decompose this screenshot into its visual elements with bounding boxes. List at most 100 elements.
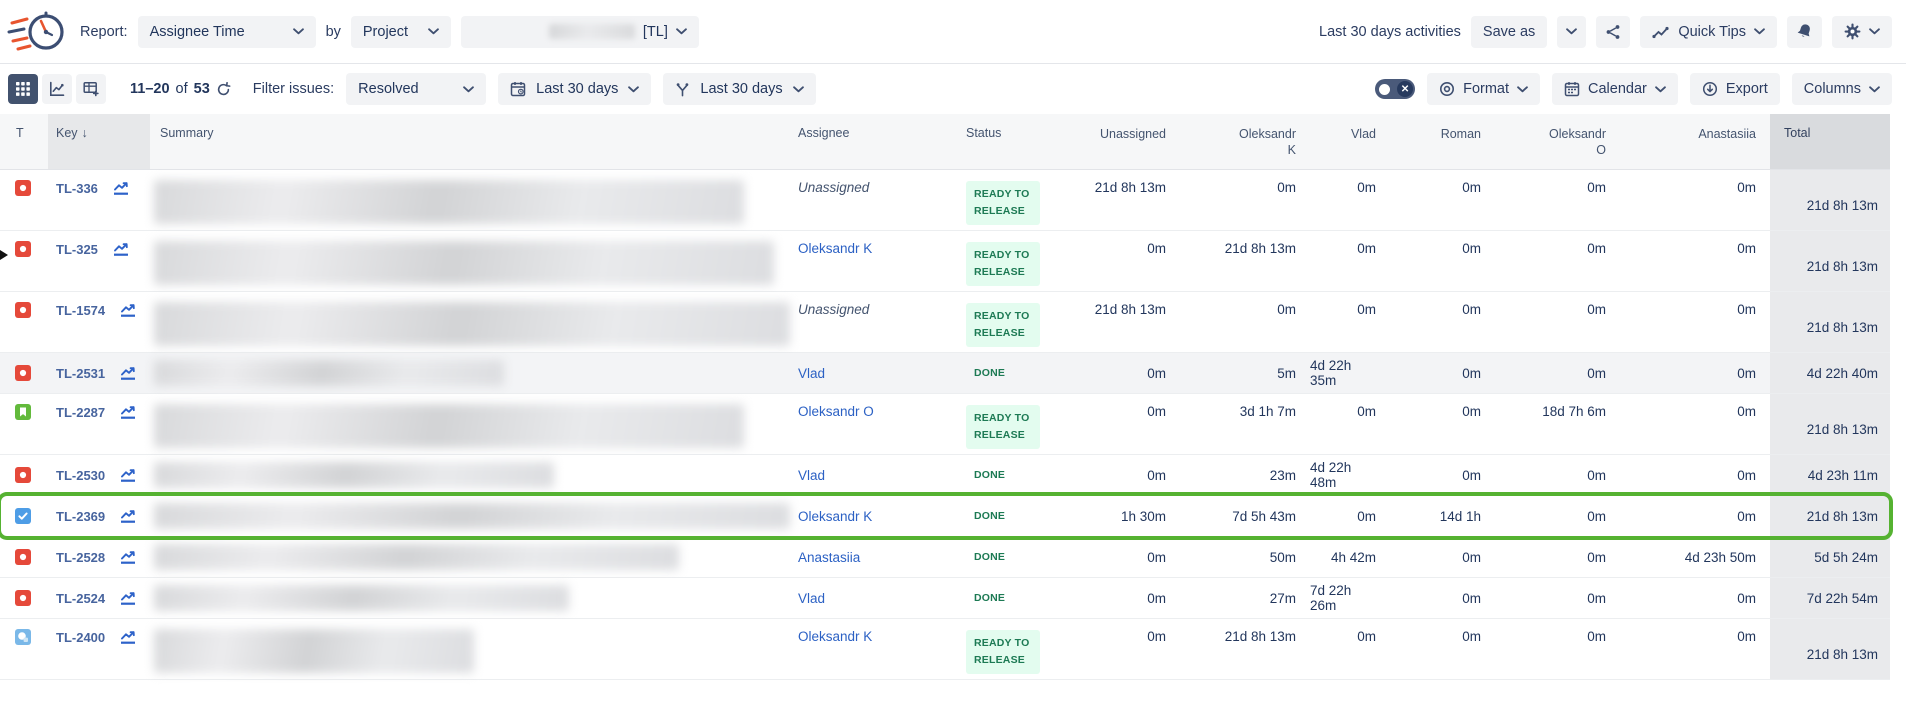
summary-text-blurred [154,241,774,285]
share-button[interactable] [1596,16,1630,48]
issue-key-link[interactable]: TL-325 [56,242,98,257]
fork-icon [675,82,690,97]
total-time-cell: 21d 8h 13m [1770,496,1890,536]
time-cell-vlad: 4h 42m [1310,550,1390,565]
trend-report-icon[interactable] [118,302,138,318]
export-button[interactable]: Export [1690,73,1780,105]
assignee-link[interactable]: Unassigned [798,180,869,195]
bug-issue-icon [15,549,31,565]
status-badge: READY TO RELEASE [966,303,1040,347]
grid-icon [16,82,30,96]
export-label: Export [1726,81,1768,97]
assignee-link[interactable]: Vlad [798,468,825,483]
trend-report-icon[interactable] [111,180,131,196]
summary-text-blurred [154,544,679,570]
col-header-user-oleksandr-k[interactable]: Oleksandr K [1180,114,1310,169]
save-as-button[interactable]: Save as [1471,16,1547,48]
assignee-link[interactable]: Oleksandr K [798,509,872,524]
calendar-button[interactable]: Calendar [1552,73,1678,105]
col-header-user-vlad[interactable]: Vlad [1310,114,1390,169]
assignee-link[interactable]: Unassigned [798,302,869,317]
trend-report-icon[interactable] [118,549,138,565]
assignee-link[interactable]: Oleksandr O [798,404,874,419]
table-row[interactable]: TL-1574 Unassigned READY TO RELEASE 21d … [0,292,1890,353]
assignee-link[interactable]: Vlad [798,591,825,606]
issue-key-link[interactable]: TL-2287 [56,405,105,420]
issue-key-link[interactable]: TL-2530 [56,468,105,483]
trend-report-icon[interactable] [118,365,138,381]
table-row[interactable]: TL-2287 Oleksandr O READY TO RELEASE 0m … [0,394,1890,455]
calendar-clock-icon [510,81,526,97]
table-row[interactable]: TL-2528 Anastasiia DONE 0m 50m 4h 42m 0m… [0,537,1890,578]
estimate-toggle[interactable]: ✕ [1375,79,1415,99]
report-type-dropdown[interactable]: Assignee Time [138,16,316,48]
assignee-link[interactable]: Anastasiia [798,550,860,565]
refresh-icon[interactable] [216,82,231,97]
trend-report-icon[interactable] [111,241,131,257]
trend-report-icon[interactable] [118,404,138,420]
time-cell-roman: 0m [1390,231,1495,256]
col-header-user-oleksandr-o[interactable]: Oleksandr O [1495,114,1620,169]
trend-report-icon[interactable] [118,508,138,524]
table-row[interactable]: TL-2531 Vlad DONE 0m 5m 4d 22h 35m 0m 0m… [0,353,1890,394]
status-filter-dropdown[interactable]: Resolved [346,73,486,105]
grid-view-button[interactable] [8,74,38,104]
col-header-user-anastasiia[interactable]: Anastasiia [1620,114,1770,169]
issue-key-link[interactable]: TL-2531 [56,366,105,381]
time-cell-roman: 0m [1390,591,1495,606]
quick-tips-button[interactable]: Quick Tips [1640,16,1777,48]
pivot-view-button[interactable] [76,74,106,104]
table-row[interactable]: TL-2400 Oleksandr K READY TO RELEASE 0m … [0,619,1890,680]
col-header-summary[interactable]: Summary [150,114,790,169]
col-header-status[interactable]: Status [958,114,1080,169]
table-row[interactable]: TL-2524 Vlad DONE 0m 27m 7d 22h 26m 0m 0… [0,578,1890,619]
table-row[interactable]: TL-325 Oleksandr K READY TO RELEASE 0m 2… [0,231,1890,292]
trend-report-icon[interactable] [118,590,138,606]
created-range-value: Last 30 days [536,81,618,97]
col-header-user-roman[interactable]: Roman [1390,114,1495,169]
total-time-cell: 4d 22h 40m [1770,353,1890,393]
col-header-total[interactable]: Total [1770,114,1890,169]
issue-key-link[interactable]: TL-2369 [56,509,105,524]
calendar-label: Calendar [1588,81,1647,97]
chevron-down-icon [1655,86,1666,93]
group-by-dropdown[interactable]: Project [351,16,451,48]
time-cell-unassigned: 21d 8h 13m [1080,170,1180,195]
time-cell-anastasiia: 4d 23h 50m [1620,550,1770,565]
trend-report-icon[interactable] [118,629,138,645]
table-row[interactable]: TL-336 Unassigned READY TO RELEASE 21d 8… [0,170,1890,231]
trend-report-icon[interactable] [118,467,138,483]
table-row[interactable]: TL-2530 Vlad DONE 0m 23m 4d 22h 48m 0m 0… [0,455,1890,496]
project-dropdown[interactable]: [TL] [461,16,699,48]
issue-key-link[interactable]: TL-2400 [56,630,105,645]
time-cell-anastasiia: 0m [1620,591,1770,606]
by-label: by [326,24,341,40]
toggle-knob [1379,84,1390,95]
time-cell-anastasiia: 0m [1620,231,1770,256]
col-header-type[interactable]: T [0,114,48,169]
bug-issue-icon [15,180,31,196]
table-row[interactable]: TL-2369 Oleksandr K DONE 1h 30m 7d 5h 43… [0,496,1890,537]
sparkline-icon [1652,25,1670,39]
assignee-link[interactable]: Oleksandr K [798,629,872,644]
issue-key-link[interactable]: TL-1574 [56,303,105,318]
bug-issue-icon [15,241,31,257]
issue-key-link[interactable]: TL-2524 [56,591,105,606]
time-cell-oleksandr-o: 0m [1495,292,1620,317]
notifications-button[interactable] [1787,16,1822,48]
format-button[interactable]: Format [1427,73,1540,105]
worklog-range-dropdown[interactable]: Last 30 days [663,73,815,105]
time-cell-unassigned: 0m [1080,366,1180,381]
columns-button[interactable]: Columns [1792,73,1892,105]
chart-view-button[interactable] [42,74,72,104]
save-options-button[interactable] [1557,16,1586,48]
col-header-assignee[interactable]: Assignee [790,114,958,169]
issue-key-link[interactable]: TL-2528 [56,550,105,565]
col-header-key[interactable]: Key ↓ [48,114,150,169]
col-header-user-unassigned[interactable]: Unassigned [1080,114,1180,169]
created-range-dropdown[interactable]: Last 30 days [498,73,651,105]
assignee-link[interactable]: Oleksandr K [798,241,872,256]
settings-button[interactable] [1832,16,1892,48]
assignee-link[interactable]: Vlad [798,366,825,381]
issue-key-link[interactable]: TL-336 [56,181,98,196]
